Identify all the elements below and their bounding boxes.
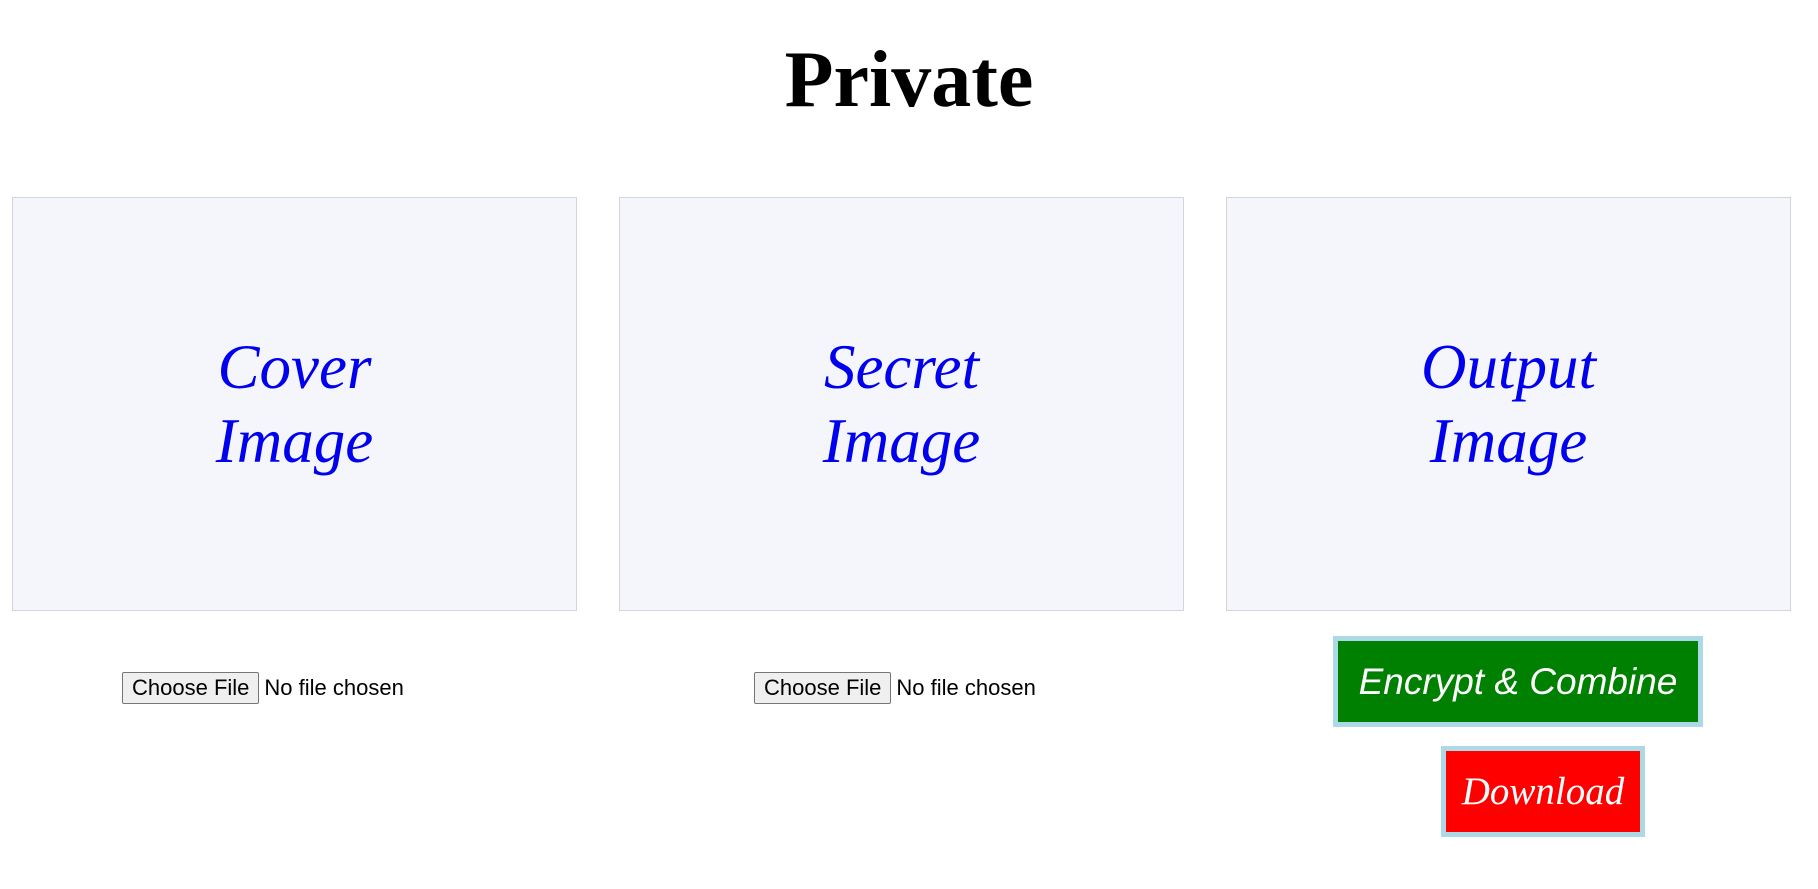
secret-file-input[interactable]: Choose File No file chosen bbox=[754, 672, 1036, 704]
secret-image-panel: Secret Image bbox=[619, 197, 1184, 611]
cover-choose-file-button[interactable]: Choose File bbox=[122, 672, 260, 704]
cover-image-panel: Cover Image bbox=[12, 197, 577, 611]
output-image-label: Output Image bbox=[1420, 332, 1596, 476]
secret-image-label: Secret Image bbox=[822, 332, 981, 476]
encrypt-combine-button[interactable]: Encrypt & Combine bbox=[1333, 636, 1703, 727]
secret-choose-file-button[interactable]: Choose File bbox=[754, 672, 892, 704]
cover-image-label: Cover Image bbox=[215, 332, 374, 476]
page-title: Private bbox=[784, 36, 1034, 124]
secret-file-status: No file chosen bbox=[896, 675, 1036, 700]
cover-file-status: No file chosen bbox=[264, 675, 404, 700]
output-image-panel: Output Image bbox=[1226, 197, 1791, 611]
cover-file-input[interactable]: Choose File No file chosen bbox=[122, 672, 404, 704]
download-button[interactable]: Download bbox=[1441, 746, 1645, 837]
